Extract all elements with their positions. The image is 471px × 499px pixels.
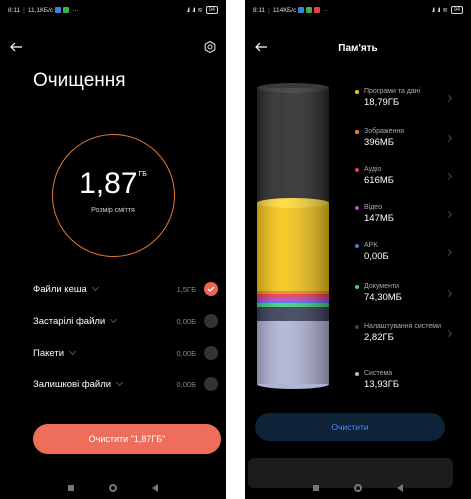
wifi-icon: ≋	[442, 7, 448, 14]
row-label: Файли кеша	[33, 283, 87, 295]
legend-value: 396МБ	[364, 137, 394, 148]
status-speed: 11,1КБ/с	[27, 6, 54, 14]
legend-value: 18,79ГБ	[364, 97, 400, 108]
checkbox-unchecked[interactable]	[204, 314, 218, 328]
legend-value: 147МБ	[364, 213, 394, 224]
legend-value: 13,93ГБ	[364, 379, 400, 390]
back-arrow-icon[interactable]	[9, 40, 23, 54]
row-size: 0,00Б	[176, 316, 196, 326]
legend-label: Програми та дані	[364, 88, 421, 95]
signal-icon: .ıll	[436, 6, 440, 14]
notification-icon	[306, 7, 313, 13]
wifi-icon: ≋	[197, 7, 203, 14]
row-label: Залишкові файли	[33, 378, 112, 390]
signal-icon: .ıll	[191, 6, 195, 14]
legend-value: 0,00Б	[364, 251, 389, 262]
legend-item[interactable]: Система 13,93ГБ	[355, 370, 451, 390]
legend-label: Налаштування системи	[364, 323, 441, 330]
gear-icon[interactable]	[203, 40, 217, 54]
checkbox-unchecked[interactable]	[204, 346, 218, 360]
home-icon[interactable]	[108, 484, 117, 492]
system-nav-bar	[0, 477, 226, 499]
home-icon[interactable]	[353, 484, 362, 492]
checkbox-checked[interactable]	[204, 282, 218, 296]
legend-dot	[355, 325, 359, 329]
legend-item[interactable]: APK 0,00Б	[355, 242, 453, 262]
signal-icon: .ıll	[431, 6, 434, 14]
system-nav-bar	[245, 477, 471, 499]
legend-dot	[355, 168, 359, 172]
legend-item[interactable]: Документи 74,30МБ	[355, 283, 453, 303]
status-more: ··	[323, 6, 328, 14]
legend-dot	[355, 130, 359, 134]
status-bar: 8:11 | 114КБ/с ·· .ıll .ıll ≋ 94	[245, 0, 471, 20]
row-obsolete-files[interactable]: Застарілі файли 0,00Б	[33, 311, 218, 331]
back-icon[interactable]	[152, 484, 159, 492]
legend-label: Зображення	[364, 128, 405, 135]
recents-icon[interactable]	[67, 485, 74, 491]
junk-size-number: 1,87	[79, 167, 138, 200]
chevron-down-icon[interactable]	[110, 315, 118, 324]
row-residual-files[interactable]: Залишкові файли 0,00Б	[33, 374, 218, 394]
legend-item[interactable]: Відео 147МБ	[355, 204, 453, 224]
legend-label: Документи	[364, 283, 399, 290]
checkbox-unchecked[interactable]	[204, 377, 218, 391]
legend-label: Відео	[364, 204, 383, 211]
legend-value: 74,30МБ	[364, 292, 402, 303]
notification-icon	[55, 7, 62, 13]
legend-label: Система	[364, 370, 393, 377]
row-label: Пакети	[33, 347, 65, 359]
checkmark-icon	[207, 286, 215, 292]
junk-size-value: 1,87ГБ	[0, 167, 226, 201]
row-packages[interactable]: Пакети 0,00Б	[33, 343, 218, 363]
row-size: 1,5ГБ	[176, 284, 196, 294]
chevron-down-icon[interactable]	[68, 347, 77, 356]
legend-item[interactable]: Програми та дані 18,79ГБ	[355, 88, 453, 108]
legend-dot	[355, 372, 359, 376]
legend-dot	[355, 285, 359, 289]
battery-icon: 94	[450, 6, 463, 14]
storage-cylinder	[257, 83, 329, 389]
legend-dot	[355, 90, 359, 94]
row-size: 0,00Б	[176, 348, 196, 358]
chevron-down-icon[interactable]	[116, 378, 124, 387]
status-time: 8:11	[8, 6, 21, 14]
chevron-down-icon[interactable]	[91, 283, 99, 292]
storage-screen: 8:11 | 114КБ/с ·· .ıll .ıll ≋ 94 Пам'ять…	[245, 0, 471, 499]
cylinder-shading	[257, 88, 329, 384]
signal-icon: .ıll	[186, 6, 189, 14]
junk-size-unit: ГБ	[138, 171, 147, 178]
legend-item[interactable]: Аудіо 616МБ	[355, 166, 453, 186]
legend-label: Аудіо	[364, 166, 382, 173]
status-time: 8:11	[253, 6, 266, 14]
clean-button[interactable]: Очистити	[255, 413, 445, 441]
page-title: Пам'ять	[338, 43, 378, 54]
clean-button[interactable]: Очистити "1,87ГБ"	[33, 424, 221, 454]
row-label: Застарілі файли	[33, 315, 106, 327]
notification-icon	[314, 7, 321, 13]
legend-item[interactable]: Налаштування системи 2,82ГБ	[355, 323, 453, 343]
page-title: Очищення	[33, 70, 126, 91]
notification-icon	[298, 7, 305, 13]
recents-icon[interactable]	[312, 485, 319, 491]
legend-value: 2,82ГБ	[364, 332, 394, 343]
legend-dot	[355, 206, 359, 210]
status-bar: 8:11 | 11,1КБ/с ··· .ıll .ıll ≋ 94	[0, 0, 226, 20]
row-cache-files[interactable]: Файли кеша 1,5ГБ	[33, 279, 218, 299]
legend-value: 616МБ	[364, 175, 394, 186]
status-speed: 114КБ/с	[272, 6, 297, 14]
back-icon[interactable]	[397, 484, 404, 492]
legend-label: APK	[364, 242, 379, 249]
notification-icon	[63, 7, 70, 13]
cleaner-screen: 8:11 | 11,1КБ/с ··· .ıll .ıll ≋ 94 Очище…	[0, 0, 226, 499]
junk-size-caption: Розмір сміття	[91, 207, 135, 214]
legend-dot	[355, 244, 359, 248]
legend-item[interactable]: Зображення 396МБ	[355, 128, 453, 148]
row-size: 0,00Б	[176, 379, 196, 389]
battery-icon: 94	[205, 6, 218, 14]
status-more: ···	[72, 6, 79, 14]
